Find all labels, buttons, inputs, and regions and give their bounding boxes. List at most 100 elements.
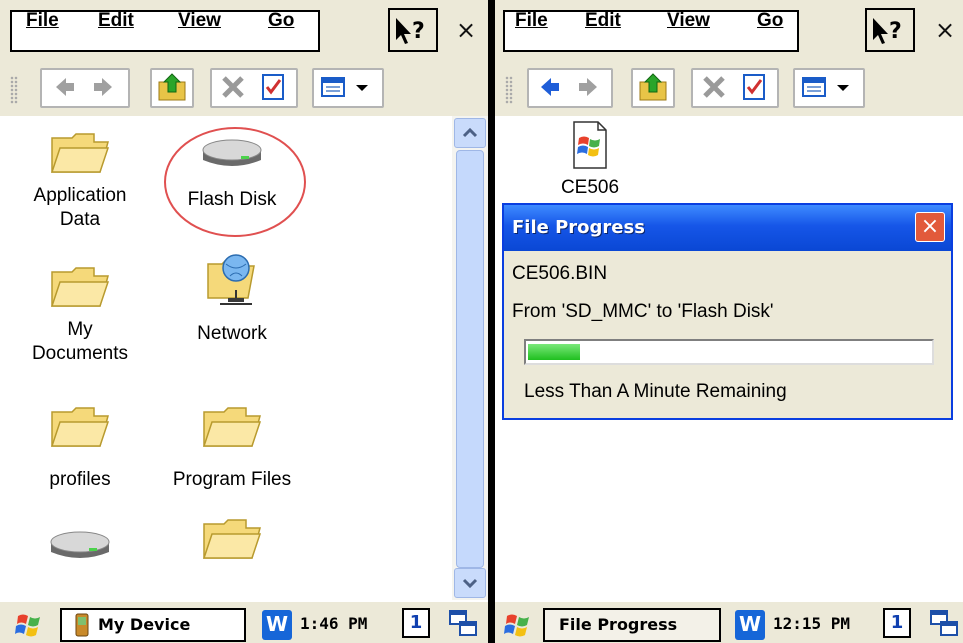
scroll-down-button[interactable]: [454, 568, 486, 598]
file-progress-dialog: File Progress × CE506.BIN From 'SD_MMC' …: [502, 203, 953, 420]
vertical-scrollbar[interactable]: [452, 116, 488, 600]
view-mode-button[interactable]: [799, 70, 833, 104]
toolbar-grip[interactable]: [505, 76, 513, 104]
help-button[interactable]: ?: [388, 8, 438, 52]
taskbar-button-label: File Progress: [559, 615, 678, 634]
time-remaining: Less Than A Minute Remaining: [524, 381, 787, 402]
folder-icon: [50, 407, 110, 447]
close-button[interactable]: ×: [446, 8, 486, 52]
back-arrow-icon: [56, 78, 74, 96]
file-label: Network: [197, 323, 267, 344]
svg-text:?: ?: [412, 19, 425, 44]
toolbar: [0, 62, 488, 116]
file-item-profiles[interactable]: profiles: [10, 404, 150, 492]
whats-this-help-icon: ?: [873, 18, 902, 44]
network-icon: [207, 254, 255, 305]
file-list-view: Application Data Flash Disk My Documents: [0, 116, 488, 600]
file-item-application-data[interactable]: Application Data: [10, 130, 150, 232]
clock[interactable]: 1:46 PM: [300, 614, 367, 633]
chevron-up-icon: [462, 127, 478, 138]
windows-flag-icon: [504, 614, 529, 637]
progress-source-destination: From 'SD_MMC' to 'Flash Disk': [512, 301, 774, 322]
properties-icon: [743, 74, 765, 100]
properties-button[interactable]: [256, 70, 290, 104]
forward-arrow-icon: [94, 78, 112, 96]
back-button[interactable]: [533, 70, 567, 104]
toolbar-grip[interactable]: [10, 76, 18, 104]
toolbar: [495, 62, 963, 116]
windows-cascade-icon: [449, 610, 477, 636]
delete-button[interactable]: [216, 70, 250, 104]
windows-binary-file-icon: [573, 121, 607, 169]
clock[interactable]: 12:15 PM: [773, 614, 850, 633]
file-item-ce506[interactable]: CE506: [520, 120, 660, 200]
start-button[interactable]: [503, 610, 535, 640]
scroll-up-button[interactable]: [454, 118, 486, 148]
word-app-tray-icon[interactable]: W: [262, 610, 292, 640]
menu-edit[interactable]: Edit: [98, 10, 134, 32]
windows-cascade-icon: [930, 610, 958, 636]
taskbar-button-file-progress[interactable]: File Progress: [543, 608, 721, 642]
back-arrow-icon: [541, 78, 559, 96]
view-mode-button[interactable]: [318, 70, 352, 104]
view-list-icon: [321, 77, 345, 97]
scroll-thumb[interactable]: [456, 150, 484, 568]
progress-bar: [524, 339, 934, 365]
properties-icon: [262, 74, 284, 100]
word-app-tray-icon[interactable]: W: [735, 610, 765, 640]
menu-view[interactable]: View: [178, 10, 221, 32]
close-button[interactable]: ×: [925, 8, 963, 52]
view-dropdown-button[interactable]: [350, 70, 374, 104]
file-label: Program Files: [172, 469, 292, 490]
menu-go[interactable]: Go: [268, 10, 294, 32]
file-item-drive[interactable]: [10, 522, 150, 566]
highlight-circle: [164, 127, 306, 237]
view-list-icon: [802, 77, 826, 97]
dialog-title-bar[interactable]: File Progress ×: [504, 205, 951, 251]
forward-arrow-icon: [579, 78, 597, 96]
dialog-title: File Progress: [512, 217, 645, 238]
drive-icon: [50, 531, 110, 558]
menu-edit[interactable]: Edit: [585, 10, 621, 32]
progress-bar-fill: [528, 344, 580, 360]
up-folder-button[interactable]: [636, 70, 670, 104]
left-explorer-window: File Edit View Go ? × Application Data F…: [0, 0, 488, 643]
delete-button[interactable]: [697, 70, 731, 104]
file-item-network[interactable]: Network: [162, 250, 302, 346]
menu-go[interactable]: Go: [757, 10, 783, 32]
desktop-number-indicator[interactable]: 1: [883, 608, 911, 638]
folder-icon: [202, 407, 262, 447]
folder-icon: [50, 267, 110, 307]
delete-x-icon: [222, 76, 244, 98]
file-item-program-files[interactable]: Program Files: [162, 404, 302, 492]
properties-button[interactable]: [737, 70, 771, 104]
menu-file[interactable]: File: [515, 10, 548, 32]
progress-filename: CE506.BIN: [512, 263, 608, 284]
up-folder-icon: [639, 73, 667, 101]
taskbar-button-my-device[interactable]: My Device: [60, 608, 246, 642]
svg-text:?: ?: [889, 19, 902, 44]
chevron-down-icon: [837, 85, 849, 91]
folder-icon: [50, 133, 110, 173]
windows-flag-icon: [15, 614, 40, 637]
my-device-icon: [75, 613, 89, 637]
up-folder-icon: [158, 73, 186, 101]
start-button[interactable]: [14, 610, 46, 640]
file-item-folder[interactable]: [162, 516, 302, 570]
file-label: profiles: [49, 469, 111, 490]
show-desktop-button[interactable]: [927, 608, 961, 640]
view-dropdown-button[interactable]: [831, 70, 855, 104]
show-desktop-button[interactable]: [446, 608, 480, 640]
help-button[interactable]: ?: [865, 8, 915, 52]
dialog-close-button[interactable]: ×: [915, 212, 945, 242]
menu-view[interactable]: View: [667, 10, 710, 32]
forward-button[interactable]: [86, 70, 120, 104]
taskbar-button-label: My Device: [98, 615, 191, 634]
menu-bar: File Edit View Go ? ×: [495, 0, 963, 62]
menu-file[interactable]: File: [26, 10, 59, 32]
file-item-my-documents[interactable]: My Documents: [10, 264, 150, 366]
back-button[interactable]: [48, 70, 82, 104]
desktop-number-indicator[interactable]: 1: [402, 608, 430, 638]
up-folder-button[interactable]: [155, 70, 189, 104]
forward-button[interactable]: [571, 70, 605, 104]
